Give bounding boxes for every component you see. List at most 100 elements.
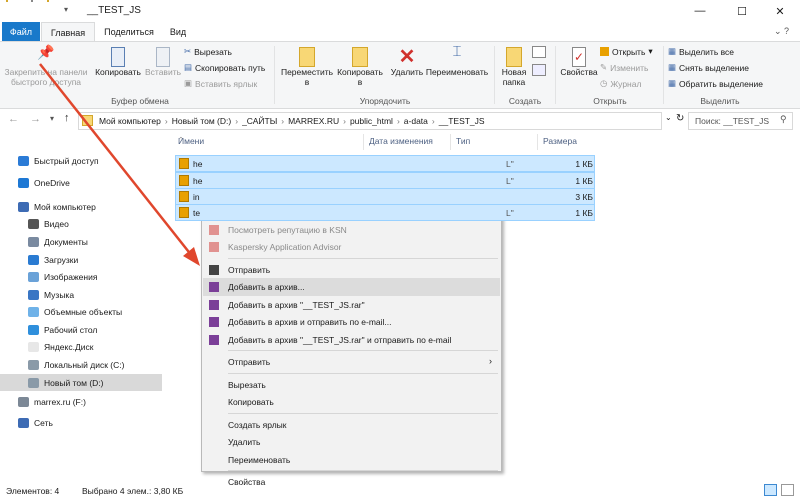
- details-view-icon[interactable]: [764, 484, 777, 496]
- table-row[interactable]: he L" 1 КБ: [175, 155, 595, 172]
- breadcrumb-item[interactable]: public_html: [350, 116, 393, 126]
- menu-item[interactable]: Добавить в архив...: [203, 278, 500, 296]
- menu-item[interactable]: Копировать: [203, 393, 500, 411]
- nav-item[interactable]: Изображения: [0, 268, 162, 285]
- menu-item[interactable]: Свойства: [203, 473, 500, 491]
- column-date-header[interactable]: Дата изменения: [369, 136, 433, 146]
- paste-button[interactable]: Вставить: [143, 47, 183, 77]
- cut-button[interactable]: ✂ Вырезать: [184, 46, 232, 57]
- nav-item[interactable]: Локальный диск (C:): [0, 356, 162, 373]
- nav-item[interactable]: Быстрый доступ: [0, 152, 162, 169]
- copy-path-button[interactable]: ▤ Скопировать путь: [184, 62, 265, 73]
- nav-item[interactable]: Мой компьютер: [0, 198, 162, 215]
- breadcrumb-item[interactable]: Мой компьютер: [99, 116, 161, 126]
- table-row[interactable]: he L" 1 КБ: [175, 172, 595, 189]
- nav-item[interactable]: Яндекс.Диск: [0, 338, 162, 355]
- address-dropdown-icon[interactable]: ⌄: [665, 113, 672, 122]
- column-size-header[interactable]: Размера: [543, 136, 577, 146]
- maximize-button[interactable]: ☐: [722, 0, 762, 22]
- rename-button[interactable]: ⌶ Переименовать: [424, 44, 490, 77]
- invert-selection-icon: ▦: [668, 78, 677, 88]
- nav-item[interactable]: Новый том (D:): [0, 374, 162, 391]
- nav-item[interactable]: marrex.ru (F:): [0, 393, 162, 410]
- tab-view[interactable]: Вид: [163, 22, 193, 41]
- breadcrumb-separator-icon[interactable]: ›: [432, 116, 435, 126]
- menu-item[interactable]: Отправить ›: [203, 353, 500, 371]
- tab-share[interactable]: Поделиться: [100, 22, 158, 41]
- menu-item[interactable]: Добавить в архив и отправить по e-mail..…: [203, 313, 500, 331]
- nav-item[interactable]: Сеть: [0, 414, 162, 431]
- new-folder-quick-icon[interactable]: [47, 0, 49, 2]
- select-none-button[interactable]: ▦ Снять выделение: [668, 62, 749, 73]
- table-row[interactable]: te L" 1 КБ: [175, 204, 595, 221]
- breadcrumb-separator-icon[interactable]: ›: [235, 116, 238, 126]
- column-divider[interactable]: [363, 134, 364, 150]
- move-to-icon: [299, 47, 315, 67]
- close-button[interactable]: ✕: [760, 0, 800, 22]
- quick-access-dropdown-icon[interactable]: ▾: [64, 5, 68, 14]
- large-icons-view-icon[interactable]: [781, 484, 794, 496]
- select-all-button[interactable]: ▦ Выделить все: [668, 46, 734, 57]
- breadcrumb-separator-icon[interactable]: ›: [397, 116, 400, 126]
- easy-access-icon[interactable]: [532, 64, 546, 76]
- menu-item[interactable]: Создать ярлык: [203, 416, 500, 434]
- column-type-header[interactable]: Тип: [456, 136, 470, 146]
- column-name-header[interactable]: Имени: [178, 136, 204, 146]
- search-input[interactable]: Поиск: __TEST_JS: [688, 112, 793, 130]
- address-bar[interactable]: Мой компьютер › Новый том (D:) › _САЙТЫ › MARR…: [78, 112, 662, 130]
- select-all-label: Выделить все: [679, 46, 735, 57]
- nav-item[interactable]: Рабочий стол: [0, 321, 162, 338]
- up-arrow-icon[interactable]: ↑: [64, 112, 70, 124]
- menu-item[interactable]: Добавить в архив "__TEST_JS.rar" и отпра…: [203, 331, 500, 349]
- breadcrumb-separator-icon[interactable]: ›: [343, 116, 346, 126]
- menu-item[interactable]: Посмотреть репутацию в KSN: [203, 221, 500, 239]
- menu-item[interactable]: Kaspersky Application Advisor: [203, 238, 500, 256]
- history-button[interactable]: ◷ Журнал: [600, 78, 641, 89]
- menu-item[interactable]: Добавить в архив "__TEST_JS.rar": [203, 296, 500, 314]
- paste-shortcut-button[interactable]: ▣ Вставить ярлык: [184, 78, 257, 89]
- table-row[interactable]: in 3 КБ: [175, 188, 595, 205]
- nav-item[interactable]: Объемные объекты: [0, 303, 162, 320]
- breadcrumb-item[interactable]: _САЙТЫ: [242, 116, 277, 126]
- menu-separator: [228, 412, 498, 414]
- nav-item[interactable]: Документы: [0, 233, 162, 250]
- delete-button[interactable]: ✕ Удалить: [388, 47, 426, 77]
- invert-selection-button[interactable]: ▦ Обратить выделение: [668, 78, 763, 89]
- column-divider[interactable]: [450, 134, 451, 150]
- breadcrumb-item[interactable]: MARREX.RU: [288, 116, 339, 126]
- column-divider[interactable]: [537, 134, 538, 150]
- menu-item[interactable]: Удалить: [203, 433, 500, 451]
- tab-home[interactable]: Главная: [41, 22, 95, 42]
- menu-item[interactable]: Отправить: [203, 261, 500, 279]
- group-divider: [663, 46, 664, 104]
- breadcrumb-separator-icon[interactable]: ›: [281, 116, 284, 126]
- nav-item[interactable]: Музыка: [0, 286, 162, 303]
- forward-arrow-icon[interactable]: →: [30, 113, 41, 125]
- nav-item[interactable]: Видео: [0, 215, 162, 232]
- breadcrumb-item[interactable]: a-data: [404, 116, 428, 126]
- refresh-icon[interactable]: ↻: [676, 113, 684, 124]
- new-folder-button[interactable]: Новая папка: [497, 47, 531, 87]
- menu-item[interactable]: Переименовать: [203, 451, 500, 469]
- tab-file[interactable]: Файл: [2, 22, 40, 41]
- recent-dropdown-icon[interactable]: ▾: [50, 114, 54, 123]
- new-item-icon[interactable]: [532, 46, 546, 58]
- breadcrumb-item[interactable]: __TEST_JS: [439, 116, 485, 126]
- properties-button[interactable]: ✓ Свойства: [558, 47, 600, 77]
- move-to-button[interactable]: Переместить в: [279, 47, 335, 87]
- menu-item-label: Копировать: [228, 397, 274, 407]
- breadcrumb-item[interactable]: Новый том (D:): [172, 116, 232, 126]
- help-icon[interactable]: ⌄ ?: [774, 26, 789, 37]
- open-button[interactable]: Открыть ▾: [600, 46, 653, 57]
- copy-to-button[interactable]: Копировать в: [334, 47, 386, 87]
- minimize-button[interactable]: —: [680, 0, 720, 22]
- nav-item[interactable]: Загрузки: [0, 251, 162, 268]
- menu-item[interactable]: Вырезать: [203, 376, 500, 394]
- breadcrumb-separator-icon[interactable]: ›: [165, 116, 168, 126]
- pin-quick-access-button[interactable]: 📌 Закрепить на панели быстрого доступа: [3, 45, 89, 87]
- nav-item[interactable]: OneDrive: [0, 174, 162, 191]
- edit-button[interactable]: ✎ Изменить: [600, 62, 648, 73]
- back-arrow-icon[interactable]: ←: [8, 113, 19, 125]
- properties-quick-icon[interactable]: [31, 0, 33, 2]
- copy-button[interactable]: Копировать: [92, 47, 144, 77]
